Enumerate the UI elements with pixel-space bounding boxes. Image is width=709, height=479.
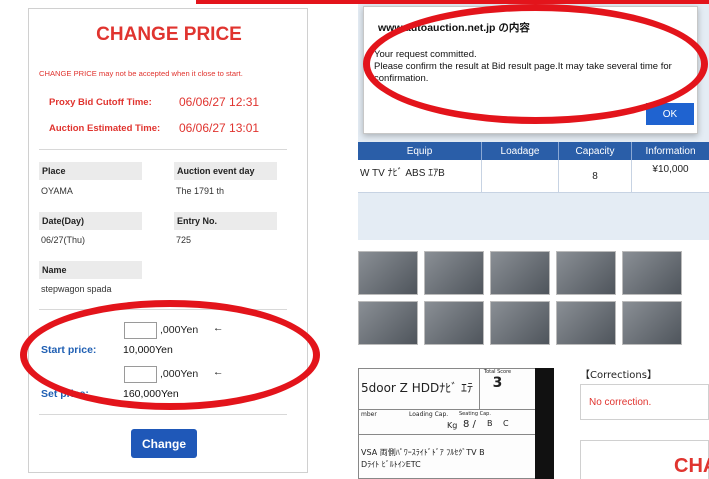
interior-grade: B (487, 419, 493, 428)
proxy-cutoff-label: Proxy Bid Cutoff Time: (49, 97, 152, 108)
number-label: mber (361, 411, 377, 418)
start-price-input[interactable] (124, 322, 157, 339)
photo-thumbnail[interactable] (424, 301, 484, 345)
divider (359, 409, 536, 410)
change-button[interactable]: Change (131, 429, 197, 458)
seats-value: 8 / (463, 419, 476, 430)
divider (39, 414, 287, 415)
ok-button[interactable]: OK (646, 103, 694, 125)
header-equip: Equip (358, 142, 482, 160)
seating-label: Seating Cap. (459, 411, 491, 417)
name-value: stepwagon spada (41, 284, 112, 294)
cell-loadage (482, 160, 559, 192)
entry-no-label: Entry No. (174, 212, 277, 230)
entry-no-value: 725 (176, 235, 192, 245)
divider (359, 434, 536, 435)
name-label: Name (39, 261, 142, 279)
set-price-unit: ,000Yen (160, 368, 199, 380)
cell-equip: W TV ﾅﾋﾞ ABS ｴｱB (358, 160, 482, 192)
sheet-side-strip (535, 368, 554, 479)
divider (39, 309, 287, 310)
photo-thumbnail[interactable] (358, 251, 418, 295)
panel-title: CHANGE PRICE (96, 24, 242, 45)
header-information: Information (645, 145, 696, 157)
photo-thumbnail[interactable] (556, 301, 616, 345)
change-price-panel: CHANGE PRICE CHANGE PRICE may not be acc… (28, 8, 308, 473)
table-header: Equip Loadage Capacity Information (358, 142, 709, 160)
score-value: 3 (492, 375, 503, 391)
corrections-title: 【Corrections】 (580, 370, 657, 381)
estimated-time-value: 06/06/27 13:01 (179, 121, 260, 135)
dialog-line: Your request committed. (374, 49, 477, 60)
vehicle-photos (358, 251, 709, 346)
photo-thumbnail[interactable] (556, 251, 616, 295)
set-price-value: 160,000Yen (123, 388, 179, 400)
start-price-label: Start price: (41, 344, 97, 356)
proxy-cutoff-value: 06/06/27 12:31 (179, 95, 260, 109)
score-box: Total Score 3 (479, 369, 515, 409)
photo-thumbnail[interactable] (490, 301, 550, 345)
header-loadage: Loadage (482, 142, 559, 160)
set-price-input[interactable] (124, 366, 157, 383)
set-price-arrow: ← (213, 366, 224, 378)
result-page: Equip Loadage Capacity Information W TV … (358, 0, 709, 479)
divider (39, 149, 287, 150)
kg-label: Kg (447, 421, 458, 430)
sheet-model: 5door Z HDDﾅﾋﾞ ｴﾃ (361, 381, 474, 395)
photo-thumbnail[interactable] (358, 301, 418, 345)
event-day-value: The 1791 th (176, 186, 225, 196)
confirm-dialog: www.autoauction.net.jp の内容 Your request … (363, 6, 698, 134)
photo-thumbnail[interactable] (490, 251, 550, 295)
banner-text: CHA (674, 455, 709, 477)
date-value: 06/27(Thu) (41, 235, 86, 245)
corrections-box: No correction. (580, 384, 709, 420)
photo-thumbnail[interactable] (622, 301, 682, 345)
table-row: W TV ﾅﾋﾞ ABS ｴｱB 8 ¥10,000 (358, 160, 709, 193)
start-price-arrow: ← (213, 322, 224, 334)
annotation-bar (196, 0, 709, 4)
event-day-label: Auction event day (174, 162, 277, 180)
start-price-value: 10,000Yen (123, 344, 173, 356)
start-price-unit: ,000Yen (160, 324, 199, 336)
sheet-equip-line: Dﾗｲﾄ ﾋﾞﾙﾄｲﾝETC (361, 460, 421, 469)
photo-thumbnail[interactable] (622, 251, 682, 295)
sheet-equip-line: VSA 両側ﾊﾟﾜｰｽﾗｲﾄﾞﾄﾞｱ ﾌﾙｾｸﾞTV B (361, 448, 485, 457)
exterior-grade: C (503, 419, 509, 428)
dialog-line: Please confirm the result at Bid result … (374, 61, 672, 84)
dialog-message: Your request committed. Please confirm t… (374, 49, 694, 85)
header-capacity: Capacity (559, 142, 632, 160)
place-label: Place (39, 162, 142, 180)
dialog-title: www.autoauction.net.jp の内容 (378, 22, 530, 34)
loading-label: Loading Cap. (409, 411, 449, 418)
auction-sheet: 5door Z HDDﾅﾋﾞ ｴﾃ Total Score 3 mber Loa… (358, 368, 554, 479)
cell-capacity: 8 (559, 160, 632, 192)
set-price-label: Set price: (41, 388, 89, 400)
place-value: OYAMA (41, 186, 73, 196)
cell-information: ¥10,000 (652, 164, 689, 175)
estimated-time-label: Auction Estimated Time: (49, 123, 161, 134)
date-label: Date(Day) (39, 212, 142, 230)
warning-text: CHANGE PRICE may not be accepted when it… (39, 69, 243, 78)
photo-thumbnail[interactable] (424, 251, 484, 295)
